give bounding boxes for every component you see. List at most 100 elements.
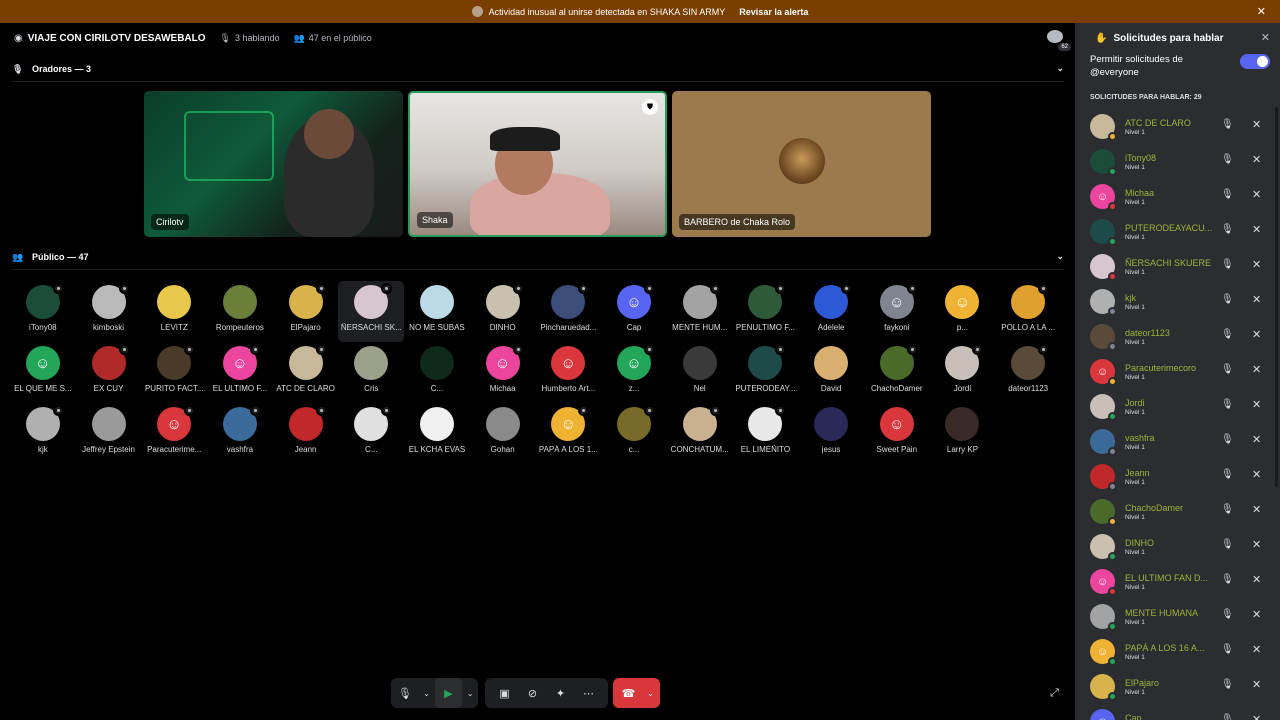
end-call-icon[interactable]: ☎ [615,678,643,708]
audience-member[interactable]: dateor1123 [995,342,1061,403]
request-name[interactable]: DINHO [1125,538,1213,548]
chevron-down-icon[interactable]: ⌄ [643,678,659,708]
dismiss-request-icon[interactable]: ✕ [1252,223,1261,236]
dismiss-request-icon[interactable]: ✕ [1252,363,1261,376]
dismiss-request-icon[interactable]: ✕ [1252,258,1261,271]
request-name[interactable]: ÑERSACHI SKUERE [1125,258,1213,268]
audience-member[interactable]: ☺ Sweet Pain [864,403,930,464]
audience-member[interactable]: LEVITZ [141,281,207,342]
chevron-down-icon[interactable]: ⌄ [1056,251,1064,262]
mic-icon[interactable]: 🎙 [391,678,419,708]
audience-member[interactable]: Nel [667,342,733,403]
invite-to-speak-icon[interactable]: 🎙 [1221,644,1234,655]
invite-to-speak-icon[interactable]: 🎙 [1221,679,1234,690]
audience-member[interactable]: ATC DE CLARO [273,342,339,403]
audience-member[interactable]: NO ME SUBAS [404,281,470,342]
audience-member[interactable]: David [798,342,864,403]
dismiss-request-icon[interactable]: ✕ [1252,398,1261,411]
request-name[interactable]: Michaa [1125,188,1213,198]
close-icon[interactable]: ✕ [1257,5,1266,18]
activities-icon[interactable]: ✦ [547,678,575,708]
invite-to-speak-icon[interactable]: 🎙 [1221,434,1234,445]
close-icon[interactable]: ✕ [1261,31,1270,44]
speaker-tile-cirilotv[interactable]: Cirilotv [144,91,403,237]
dismiss-request-icon[interactable]: ✕ [1252,573,1261,586]
audience-member[interactable]: ☺ p... [930,281,996,342]
audience-member[interactable]: ☺ PAPÁ A LOS 1... [536,403,602,464]
audience-member[interactable]: EL KCHA EVAS [404,403,470,464]
audience-section-header[interactable]: 👥 Público — 47 ⌄ [12,248,1064,266]
dismiss-request-icon[interactable]: ✕ [1252,713,1261,720]
invite-to-speak-icon[interactable]: 🎙 [1221,609,1234,620]
invite-to-speak-icon[interactable]: 🎙 [1221,504,1234,515]
screen-share-icon[interactable]: ▣ [491,678,519,708]
audience-member[interactable]: ChachoDamer [864,342,930,403]
request-name[interactable]: iTony08 [1125,153,1213,163]
invite-to-speak-icon[interactable]: 🎙 [1221,574,1234,585]
chevron-down-icon[interactable]: ⌄ [419,678,435,708]
panel-scrollbar[interactable] [1275,107,1278,487]
chat-button[interactable]: 62 [1047,30,1071,51]
invite-to-speak-icon[interactable]: 🎙 [1221,224,1234,235]
audience-member[interactable]: C... [404,342,470,403]
speaker-tile-barbero[interactable]: BARBERO de Chaka Rolo [672,91,931,237]
request-name[interactable]: PUTERODEAYACU... [1125,223,1213,233]
audience-member[interactable]: MENTE HUM... [667,281,733,342]
speaker-tile-shaka[interactable]: ⛊ Shaka [408,91,667,237]
audience-member[interactable]: CONCHATUM... [667,403,733,464]
dismiss-request-icon[interactable]: ✕ [1252,608,1261,621]
invite-to-speak-icon[interactable]: 🎙 [1221,329,1234,340]
audience-member[interactable]: jesus [798,403,864,464]
request-name[interactable]: ElPajaro [1125,678,1213,688]
dismiss-request-icon[interactable]: ✕ [1252,503,1261,516]
more-options-icon[interactable]: ⋯ [575,678,603,708]
audience-member[interactable]: c... [601,403,667,464]
request-name[interactable]: dateor1123 [1125,328,1213,338]
dismiss-request-icon[interactable]: ✕ [1252,188,1261,201]
dismiss-request-icon[interactable]: ✕ [1252,468,1261,481]
audience-member[interactable]: Larry KP [930,403,996,464]
audience-member[interactable]: ☺ Paracuterime... [141,403,207,464]
invite-to-speak-icon[interactable]: 🎙 [1221,294,1234,305]
audience-member[interactable]: EX CUY [76,342,142,403]
audience-member[interactable]: EL LIMEÑITO [733,403,799,464]
audience-member[interactable]: ElPajaro [273,281,339,342]
audience-member[interactable]: PURITO FACT... [141,342,207,403]
request-name[interactable]: Cap [1125,713,1213,720]
permit-toggle[interactable] [1240,54,1270,69]
audience-member[interactable]: ☺ Michaa [470,342,536,403]
deafen-off-icon[interactable]: ⊘ [519,678,547,708]
dismiss-request-icon[interactable]: ✕ [1252,118,1261,131]
audience-member[interactable]: Jeann [273,403,339,464]
audience-member[interactable]: ☺ EL QUE ME S... [10,342,76,403]
audience-member[interactable]: POLLO A LA ... [995,281,1061,342]
chevron-down-icon[interactable]: ⌄ [1056,63,1064,74]
request-name[interactable]: kjk [1125,293,1213,303]
audience-member[interactable]: ☺ z... [601,342,667,403]
request-name[interactable]: PAPÁ A LOS 16 A... [1125,643,1213,653]
invite-to-speak-icon[interactable]: 🎙 [1221,259,1234,270]
audience-member[interactable]: Cris [338,342,404,403]
audience-member[interactable]: Pincharuedad... [536,281,602,342]
invite-to-speak-icon[interactable]: 🎙 [1221,469,1234,480]
audience-member[interactable]: vashfra [207,403,273,464]
invite-to-speak-icon[interactable]: 🎙 [1221,119,1234,130]
audience-member[interactable]: Jordi [930,342,996,403]
request-name[interactable]: Jordi [1125,398,1213,408]
audience-member[interactable]: ☺ faykoni [864,281,930,342]
audience-member[interactable]: ☺ Cap [601,281,667,342]
dismiss-request-icon[interactable]: ✕ [1252,433,1261,446]
audience-member[interactable]: iTony08 [10,281,76,342]
audience-member[interactable]: Adelele [798,281,864,342]
audience-member[interactable]: kimboski [76,281,142,342]
speakers-section-header[interactable]: 🎙 Oradores — 3 ⌄ [12,60,1064,78]
request-name[interactable]: EL ULTIMO FAN D... [1125,573,1213,583]
dismiss-request-icon[interactable]: ✕ [1252,328,1261,341]
invite-to-speak-icon[interactable]: 🎙 [1221,189,1234,200]
audience-member[interactable]: Rompeuteros [207,281,273,342]
dismiss-request-icon[interactable]: ✕ [1252,293,1261,306]
chevron-down-icon[interactable]: ⌄ [462,678,478,708]
dismiss-request-icon[interactable]: ✕ [1252,538,1261,551]
audience-member[interactable]: Gohan [470,403,536,464]
audience-member[interactable]: PENULTIMO F... [733,281,799,342]
